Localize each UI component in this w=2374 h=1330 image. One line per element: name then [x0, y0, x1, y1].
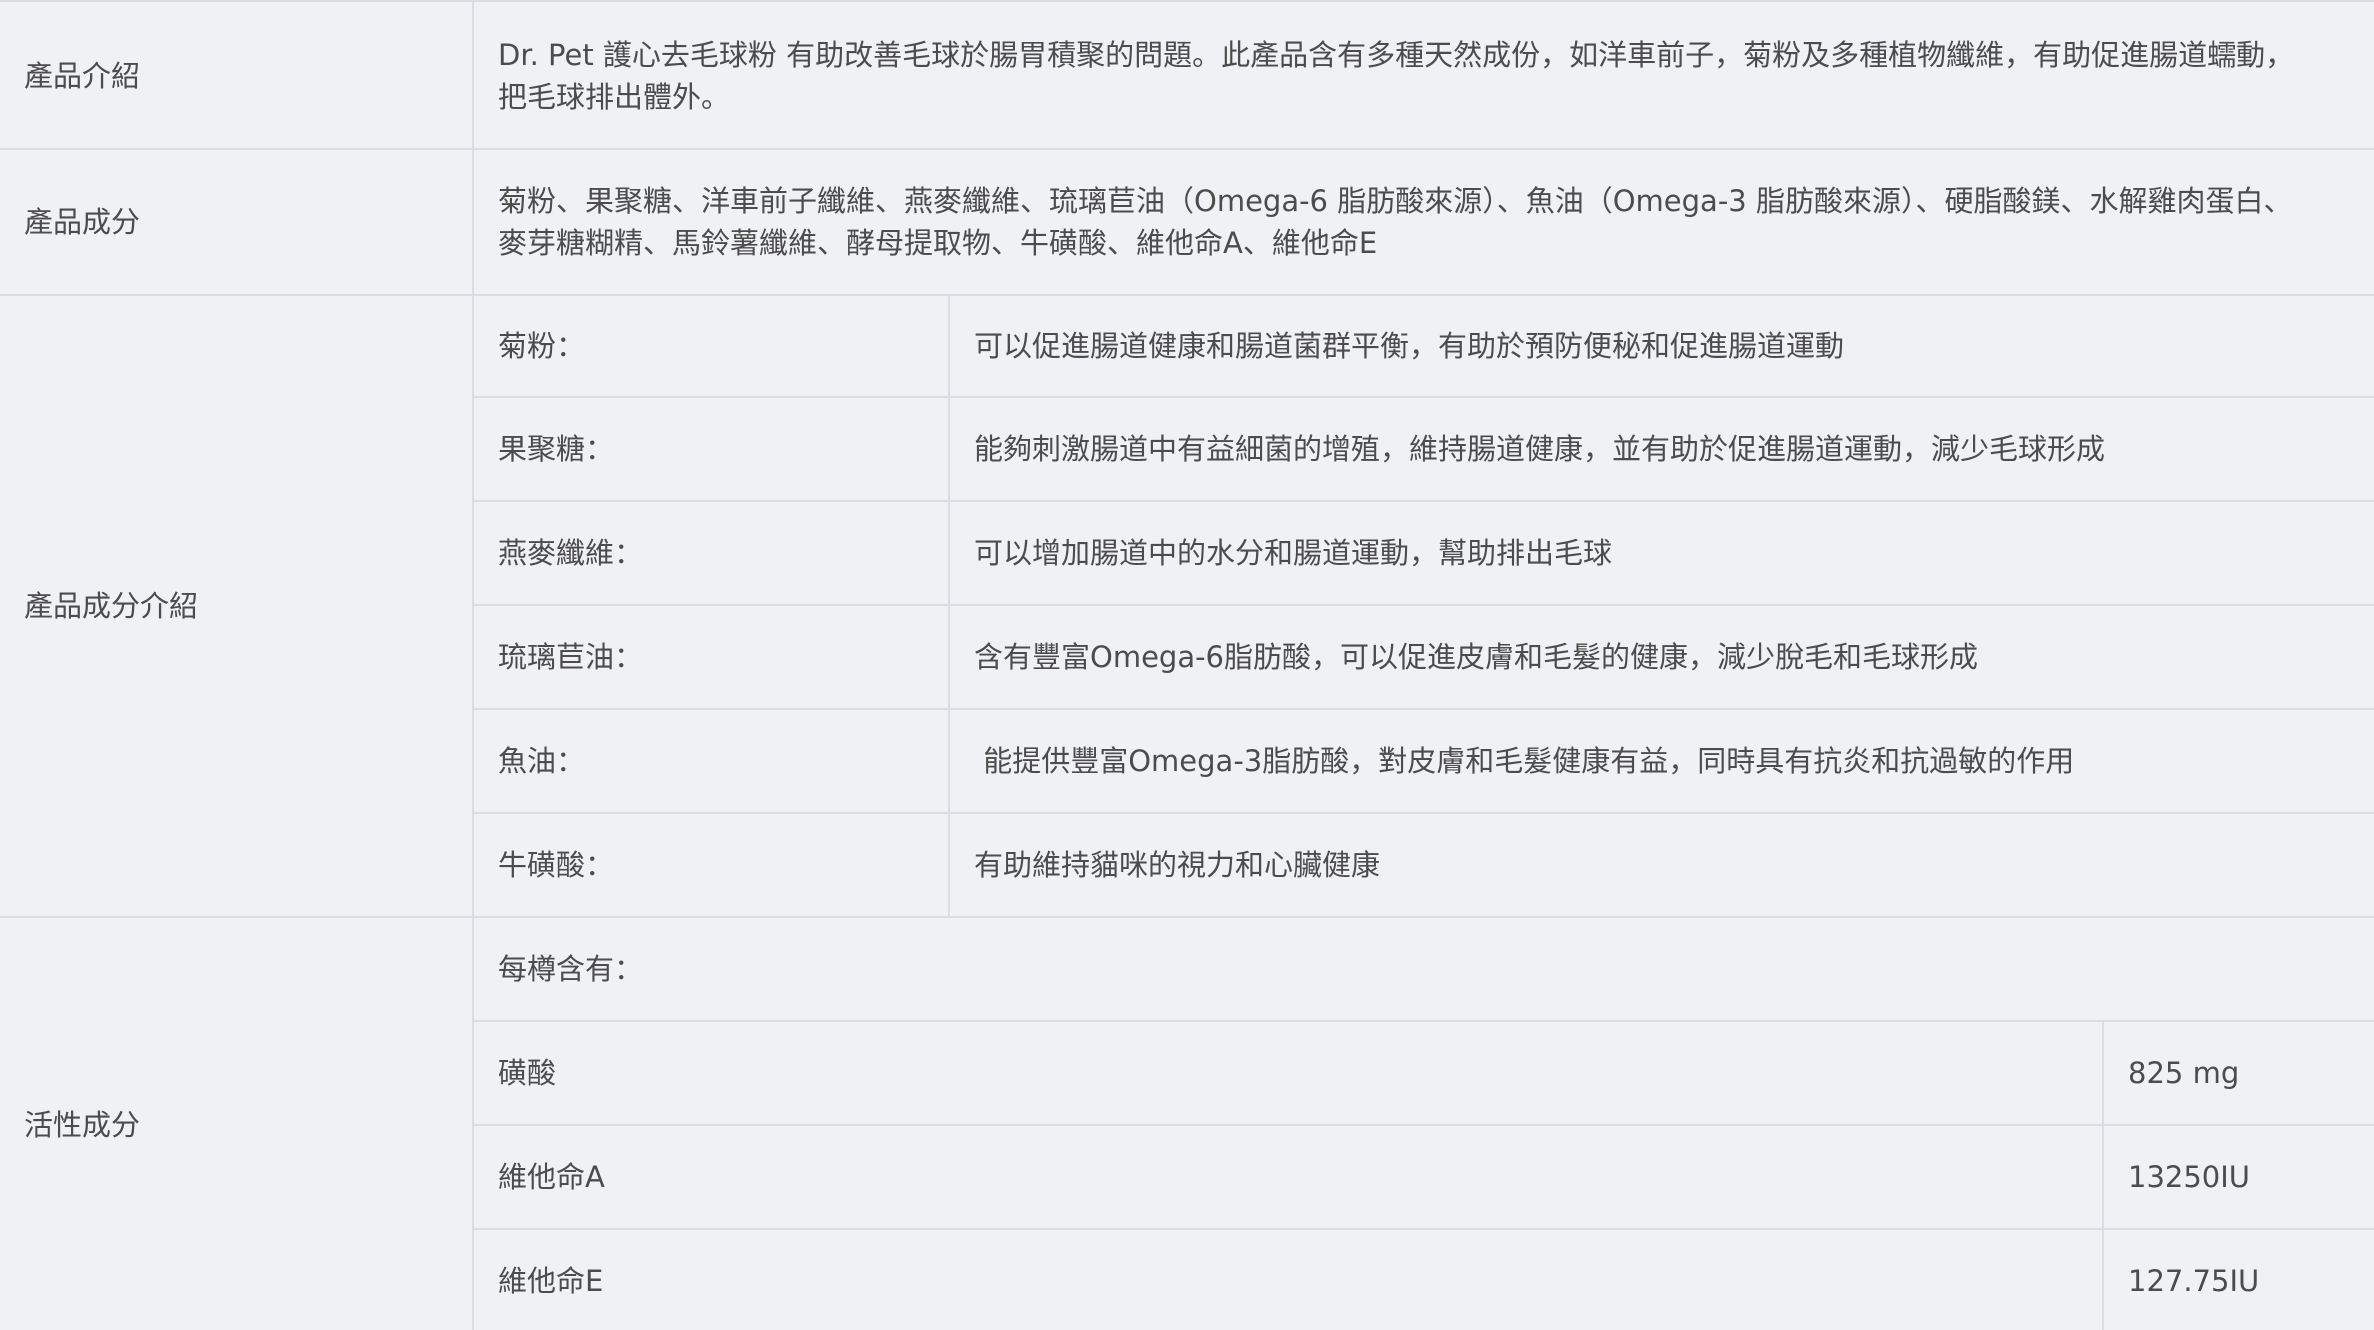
detail-row-name: 琉璃苣油：	[474, 606, 948, 708]
detail-row-name: 菊粉：	[474, 296, 948, 396]
detail-name: 魚油：	[498, 744, 586, 778]
product-spec-table: 產品介紹 Dr. Pet 護心去毛球粉 有助改善毛球於腸胃積聚的問題。此產品含有…	[0, 0, 2374, 1330]
detail-row-name: 牛磺酸：	[474, 814, 948, 916]
active-row-amount: 13250IU	[2104, 1126, 2374, 1228]
details-label: 產品成分介紹	[0, 296, 472, 916]
active-label: 活性成分	[0, 918, 472, 1330]
intro-text-line2: 把毛球排出體外。	[498, 80, 731, 114]
detail-row-desc: 可以促進腸道健康和腸道菌群平衡，有助於預防便秘和促進腸道運動	[950, 296, 2374, 396]
active-row-amount: 127.75IU	[2104, 1230, 2374, 1330]
ingredients-text-line1: 菊粉、果聚糖、洋車前子纖維、燕麥纖維、琉璃苣油（Omega-6 脂肪酸來源）、魚…	[498, 184, 2293, 218]
detail-name: 琉璃苣油：	[498, 640, 644, 674]
detail-row-desc: 可以增加腸道中的水分和腸道運動，幫助排出毛球	[950, 502, 2374, 604]
detail-desc: 可以增加腸道中的水分和腸道運動，幫助排出毛球	[974, 536, 1613, 570]
ingredients-label-text: 產品成分	[24, 205, 141, 239]
detail-name: 果聚糖：	[498, 432, 615, 466]
detail-name: 燕麥纖維：	[498, 536, 644, 570]
intro-label: 產品介紹	[0, 4, 472, 148]
active-header-text: 每樽含有：	[498, 952, 644, 986]
intro-label-text: 產品介紹	[24, 59, 141, 93]
active-name: 磺酸	[498, 1056, 557, 1090]
active-header: 每樽含有：	[474, 918, 2374, 1020]
ingredients-text-line2: 麥芽糖糊精、馬鈴薯纖維、酵母提取物、牛磺酸、維他命A、維他命E	[498, 226, 1378, 260]
intro-text-line1: Dr. Pet 護心去毛球粉 有助改善毛球於腸胃積聚的問題。此產品含有多種天然成…	[498, 38, 2295, 72]
detail-name: 菊粉：	[498, 329, 586, 363]
detail-row-name: 魚油：	[474, 710, 948, 812]
detail-desc: 可以促進腸道健康和腸道菌群平衡，有助於預防便秘和促進腸道運動	[974, 329, 1845, 363]
active-amount: 825 mg	[2128, 1056, 2240, 1090]
intro-content: Dr. Pet 護心去毛球粉 有助改善毛球於腸胃積聚的問題。此產品含有多種天然成…	[474, 4, 2374, 148]
detail-desc: 能提供豐富Omega-3脂肪酸，對皮膚和毛髮健康有益，同時具有抗炎和抗過敏的作用	[974, 744, 2075, 778]
active-name: 維他命E	[498, 1264, 604, 1298]
detail-desc: 有助維持貓咪的視力和心臟健康	[974, 848, 1381, 882]
detail-row-desc: 含有豐富Omega-6脂肪酸，可以促進皮膚和毛髮的健康，減少脫毛和毛球形成	[950, 606, 2374, 708]
detail-row-desc: 能夠刺激腸道中有益細菌的增殖，維持腸道健康，並有助於促進腸道運動，減少毛球形成	[950, 398, 2374, 500]
detail-desc: 含有豐富Omega-6脂肪酸，可以促進皮膚和毛髮的健康，減少脫毛和毛球形成	[974, 640, 1979, 674]
active-name: 維他命A	[498, 1160, 605, 1194]
detail-row-name: 果聚糖：	[474, 398, 948, 500]
active-row-name: 磺酸	[474, 1022, 2102, 1124]
active-row-name: 維他命E	[474, 1230, 2102, 1330]
active-row-amount: 825 mg	[2104, 1022, 2374, 1124]
divider	[948, 296, 950, 916]
active-amount: 13250IU	[2128, 1160, 2251, 1194]
ingredients-content: 菊粉、果聚糖、洋車前子纖維、燕麥纖維、琉璃苣油（Omega-6 脂肪酸來源）、魚…	[474, 150, 2374, 294]
ingredients-label: 產品成分	[0, 150, 472, 294]
details-label-text: 產品成分介紹	[24, 589, 199, 623]
detail-row-desc: 有助維持貓咪的視力和心臟健康	[950, 814, 2374, 916]
divider	[2102, 1022, 2104, 1330]
detail-row-name: 燕麥纖維：	[474, 502, 948, 604]
detail-row-desc: 能提供豐富Omega-3脂肪酸，對皮膚和毛髮健康有益，同時具有抗炎和抗過敏的作用	[950, 710, 2374, 812]
active-label-text: 活性成分	[24, 1108, 141, 1142]
active-row-name: 維他命A	[474, 1126, 2102, 1228]
active-amount: 127.75IU	[2128, 1264, 2260, 1298]
detail-name: 牛磺酸：	[498, 848, 615, 882]
detail-desc: 能夠刺激腸道中有益細菌的增殖，維持腸道健康，並有助於促進腸道運動，減少毛球形成	[974, 432, 2106, 466]
divider	[472, 2, 474, 1330]
